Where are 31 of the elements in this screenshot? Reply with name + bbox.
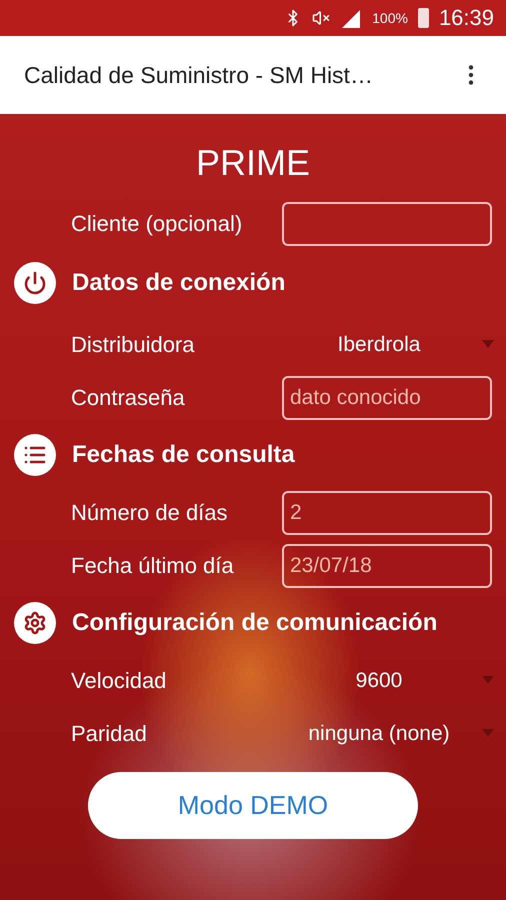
list-icon — [14, 434, 56, 476]
dropdown[interactable]: 9600 — [280, 658, 500, 702]
dropdown[interactable]: ninguna (none) — [280, 712, 500, 756]
mute-icon — [312, 9, 330, 27]
dropdown[interactable]: Iberdrola — [280, 322, 500, 366]
demo-button[interactable]: Modo DEMO — [88, 772, 418, 839]
input-field[interactable] — [282, 202, 492, 246]
caret-icon — [482, 728, 494, 736]
section-title: Datos de conexión — [72, 269, 286, 297]
section-title: Fechas de consulta — [72, 441, 295, 469]
battery-icon — [418, 8, 429, 28]
field-label: Número de días — [71, 500, 228, 526]
input-field[interactable]: 23/07/18 — [282, 544, 492, 588]
power-icon — [14, 262, 56, 304]
input-field[interactable]: dato conocido — [282, 376, 492, 420]
field-label: Velocidad — [71, 668, 166, 694]
page-title: PRIME — [194, 142, 311, 184]
battery-percent: 100% — [372, 10, 408, 26]
settings-icon — [14, 602, 56, 644]
caret-icon — [482, 340, 494, 348]
signal-icon — [340, 8, 362, 28]
field-label: Cliente (opcional) — [71, 211, 242, 237]
field-label: Distribuidora — [71, 332, 194, 358]
section-title: Configuración de comunicación — [72, 609, 438, 637]
field-label: Fecha último día — [71, 552, 234, 578]
field-label: Paridad — [71, 720, 147, 746]
app-title: Calidad de Suministro - SM Hist… — [24, 62, 373, 88]
field-label: Contraseña — [71, 384, 185, 410]
input-field[interactable]: 2 — [282, 490, 492, 534]
clock: 16:39 — [438, 5, 494, 31]
caret-icon — [482, 676, 494, 684]
